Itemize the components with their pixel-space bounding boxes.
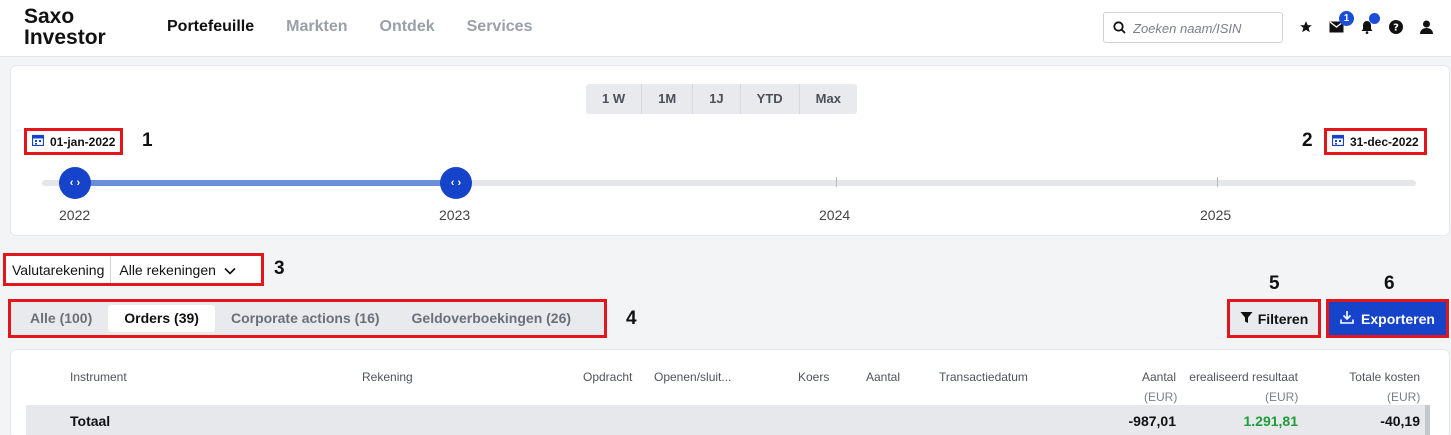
col-koers[interactable]: Koers xyxy=(798,370,829,384)
export-button[interactable]: Exporteren xyxy=(1326,299,1449,338)
tab-geldoverboekingen[interactable]: Geldoverboekingen (26) xyxy=(396,305,587,332)
period-ytd[interactable]: YTD xyxy=(741,84,800,114)
filter-label: Filteren xyxy=(1257,310,1309,327)
logo[interactable]: Saxo Investor xyxy=(24,6,106,48)
total-costs: -40,19 xyxy=(1380,413,1420,429)
calendar-icon xyxy=(1331,134,1345,149)
period-1m[interactable]: 1M xyxy=(642,84,694,114)
col-opdracht[interactable]: Opdracht xyxy=(583,370,632,384)
period-1w[interactable]: 1 W xyxy=(586,84,643,114)
total-realized-result: 1.291,81 xyxy=(1243,413,1299,429)
year-label: 2025 xyxy=(1200,207,1232,223)
year-label: 2022 xyxy=(59,207,91,223)
search-icon xyxy=(1113,21,1126,39)
start-date-value: 01-jan-2022 xyxy=(50,134,116,149)
account-dropdown[interactable]: Alle rekeningen xyxy=(111,262,244,278)
filter-icon xyxy=(1240,311,1253,327)
help-icon[interactable]: ? xyxy=(1388,19,1404,35)
timeline-tick xyxy=(836,177,837,187)
start-date-picker[interactable]: 01-jan-2022 xyxy=(24,128,124,155)
annotation-2: 2 xyxy=(1302,130,1313,151)
total-amount: -987,01 xyxy=(1128,413,1176,429)
year-label: 2023 xyxy=(439,207,471,223)
logo-line-2: Investor xyxy=(24,26,106,49)
unit-label: (EUR) xyxy=(1144,390,1178,404)
period-1j[interactable]: 1J xyxy=(693,84,741,114)
filter-button[interactable]: Filteren xyxy=(1227,299,1321,338)
annotation-3: 3 xyxy=(274,258,285,279)
tab-alle[interactable]: Alle (100) xyxy=(14,305,108,332)
account-label: Valutarekening xyxy=(6,256,112,283)
logo-line-1: Saxo xyxy=(24,5,75,28)
total-label: Totaal xyxy=(70,413,111,429)
col-aantal-eur[interactable]: Aantal xyxy=(1116,370,1176,384)
period-selector: 1 W 1M 1J YTD Max xyxy=(586,84,857,114)
nav-ontdek[interactable]: Ontdek xyxy=(380,18,435,36)
end-date-picker[interactable]: 31-dec-2022 xyxy=(1324,128,1427,155)
notification-dot xyxy=(1369,13,1380,24)
export-label: Exporteren xyxy=(1361,310,1435,327)
account-selector[interactable]: Valutarekening Alle rekeningen xyxy=(3,253,264,286)
timeline-selected-range xyxy=(75,180,456,186)
main-nav: Portefeuille Markten Ontdek Services xyxy=(167,18,532,36)
tab-orders[interactable]: Orders (39) xyxy=(108,305,215,332)
range-start-handle[interactable]: ‹ › xyxy=(59,167,91,199)
svg-text:?: ? xyxy=(1393,23,1399,34)
annotation-5: 5 xyxy=(1269,273,1280,294)
annotation-4: 4 xyxy=(626,308,637,329)
timeline-tick xyxy=(1217,177,1218,187)
period-max[interactable]: Max xyxy=(800,84,857,114)
col-rekening[interactable]: Rekening xyxy=(362,370,413,384)
unit-label: (EUR) xyxy=(1265,390,1299,404)
col-gerealiseerd-resultaat[interactable]: erealiseerd resultaat xyxy=(1180,370,1298,384)
year-label: 2024 xyxy=(819,207,851,223)
mail-badge: 1 xyxy=(1339,11,1354,26)
end-date-value: 31-dec-2022 xyxy=(1350,134,1419,149)
annotation-1: 1 xyxy=(142,130,153,151)
download-icon xyxy=(1340,310,1354,327)
col-openen-sluiten[interactable]: Openen/sluit... xyxy=(654,370,731,384)
range-end-handle[interactable]: ‹ › xyxy=(440,167,472,199)
col-transactiedatum[interactable]: Transactiedatum xyxy=(939,370,1028,384)
calendar-icon xyxy=(31,134,45,149)
nav-markten[interactable]: Markten xyxy=(286,18,347,36)
account-selected-value: Alle rekeningen xyxy=(119,261,216,278)
col-instrument[interactable]: Instrument xyxy=(70,370,127,384)
col-aantal[interactable]: Aantal xyxy=(866,370,900,384)
col-totale-kosten[interactable]: Totale kosten xyxy=(1330,370,1420,384)
search-box[interactable] xyxy=(1103,12,1283,43)
nav-services[interactable]: Services xyxy=(467,18,533,36)
transaction-tabs: Alle (100) Orders (39) Corporate actions… xyxy=(8,299,607,338)
user-icon[interactable] xyxy=(1418,19,1434,35)
search-input[interactable] xyxy=(1133,18,1278,38)
chevron-down-icon xyxy=(224,262,236,278)
table-scrollbar[interactable] xyxy=(1425,405,1430,435)
top-bar: Saxo Investor Portefeuille Markten Ontde… xyxy=(0,0,1451,57)
unit-label: (EUR) xyxy=(1387,390,1421,404)
tab-corporate-actions[interactable]: Corporate actions (16) xyxy=(215,305,396,332)
nav-portefeuille[interactable]: Portefeuille xyxy=(167,18,254,36)
star-icon[interactable] xyxy=(1298,19,1314,35)
annotation-6: 6 xyxy=(1384,273,1395,294)
